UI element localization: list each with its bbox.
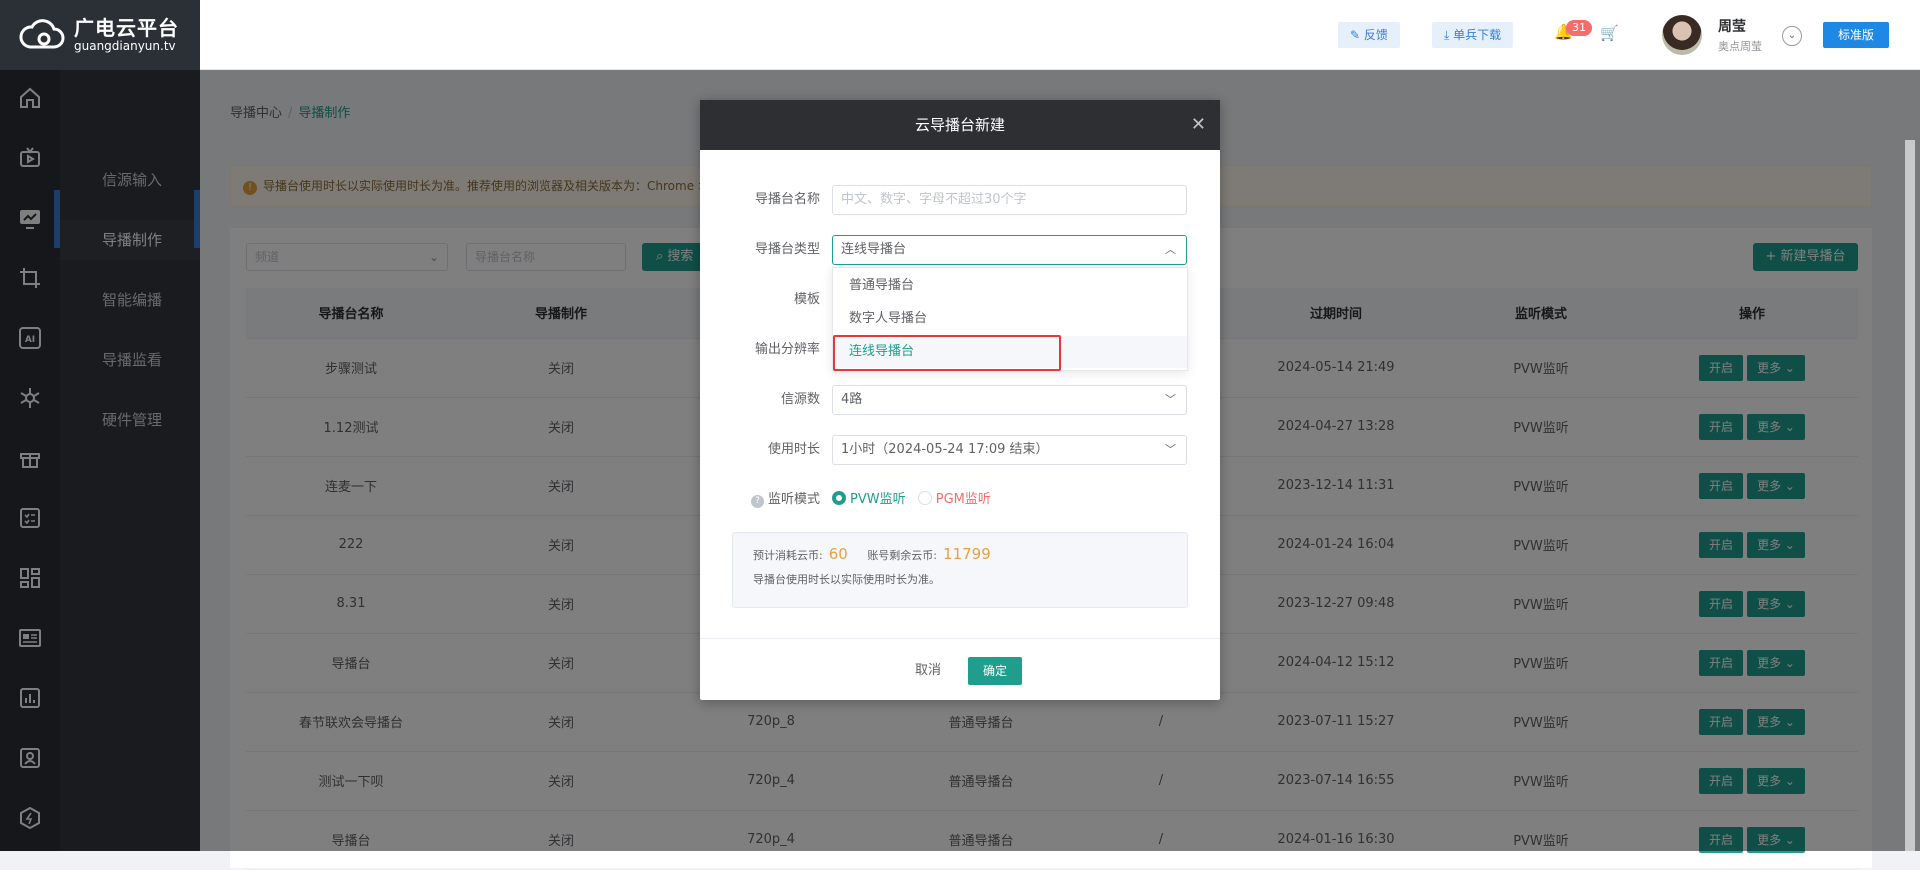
- resolution-label: 输出分辨率: [754, 342, 820, 357]
- template-label: 模板: [793, 292, 820, 307]
- type-label: 导播台类型: [754, 242, 820, 257]
- user-name: 周莹: [1718, 19, 1746, 35]
- type-option-normal[interactable]: 普通导播台: [833, 270, 1187, 302]
- sources-row: 信源数 4路 ﹀: [700, 385, 1220, 415]
- type-row: 导播台类型 连线导播台 ︿: [700, 235, 1220, 265]
- feedback-button[interactable]: ✎ 反馈: [1338, 22, 1400, 48]
- director-name-input[interactable]: 中文、数字、字母不超过30个字: [832, 185, 1187, 215]
- download-button[interactable]: ⤓ 单兵下载: [1432, 22, 1514, 48]
- top-bar: 广电云平台 guangdianyun.tv ✎ 反馈 ⤓ 单兵下载 🔔 31 🛒…: [0, 0, 1920, 70]
- chevron-down-icon: ﹀: [1165, 443, 1176, 456]
- brand-logo[interactable]: 广电云平台 guangdianyun.tv: [0, 0, 200, 70]
- balance-label: 账号剩余云币:: [867, 549, 938, 562]
- plan-button[interactable]: 标准版: [1823, 22, 1889, 48]
- cost-label: 预计消耗云币:: [753, 549, 823, 562]
- duration-row: 使用时长 1小时（2024-05-24 17:09 结束） ﹀: [700, 435, 1220, 465]
- download-icon: ⤓: [1444, 28, 1454, 42]
- highlight-box: [833, 335, 1061, 371]
- cloud-logo-icon: [19, 19, 65, 49]
- close-icon[interactable]: ✕: [1191, 100, 1206, 150]
- confirm-button[interactable]: 确定: [968, 657, 1022, 685]
- chevron-down-icon: ﹀: [1165, 393, 1176, 406]
- cart-icon[interactable]: 🛒: [1600, 24, 1619, 42]
- chevron-down-icon[interactable]: ⌄: [1782, 26, 1802, 46]
- create-director-dialog: 云导播台新建 ✕ 导播台名称 中文、数字、字母不超过30个字 导播台类型 连线导…: [700, 100, 1220, 700]
- brand-domain: guangdianyun.tv: [74, 39, 176, 53]
- radio-pgm[interactable]: PGM监听: [917, 491, 991, 507]
- balance-value: 11799: [943, 545, 991, 563]
- edit-icon: ✎: [1350, 28, 1364, 42]
- notification-badge: 31: [1566, 20, 1592, 36]
- monitor-radio-group: PVW监听 PGM监听: [832, 485, 991, 515]
- radio-pvw[interactable]: PVW监听: [832, 491, 906, 507]
- cost-box: 预计消耗云币: 60 账号剩余云币: 11799 导播台使用时长以实际使用时长为准。: [732, 532, 1188, 608]
- dialog-title: 云导播台新建: [914, 116, 1005, 134]
- help-icon[interactable]: ?: [750, 495, 764, 508]
- cancel-button[interactable]: 取消: [900, 657, 956, 685]
- type-option-digital-human[interactable]: 数字人导播台: [833, 303, 1187, 335]
- type-select[interactable]: 连线导播台 ︿: [832, 235, 1187, 265]
- duration-label: 使用时长: [767, 442, 820, 457]
- brand-name: 广电云平台: [74, 16, 179, 40]
- user-account: 奥点周莹: [1718, 40, 1762, 53]
- sources-select[interactable]: 4路 ﹀: [832, 385, 1187, 415]
- name-label: 导播台名称: [754, 192, 820, 207]
- cost-note: 导播台使用时长以实际使用时长为准。: [753, 573, 940, 586]
- name-row: 导播台名称 中文、数字、字母不超过30个字: [700, 185, 1220, 215]
- dialog-header: 云导播台新建 ✕: [700, 100, 1220, 150]
- chevron-up-icon: ︿: [1165, 243, 1176, 256]
- cost-value: 60: [828, 545, 848, 563]
- avatar[interactable]: [1662, 15, 1702, 55]
- dialog-footer: 取消 确定: [700, 638, 1220, 700]
- scrollbar[interactable]: [1905, 140, 1915, 851]
- duration-select[interactable]: 1小时（2024-05-24 17:09 结束） ﹀: [832, 435, 1187, 465]
- sources-label: 信源数: [780, 392, 820, 407]
- monitor-row: ? 监听模式 PVW监听 PGM监听: [700, 485, 1220, 515]
- monitor-label: 监听模式: [767, 492, 820, 507]
